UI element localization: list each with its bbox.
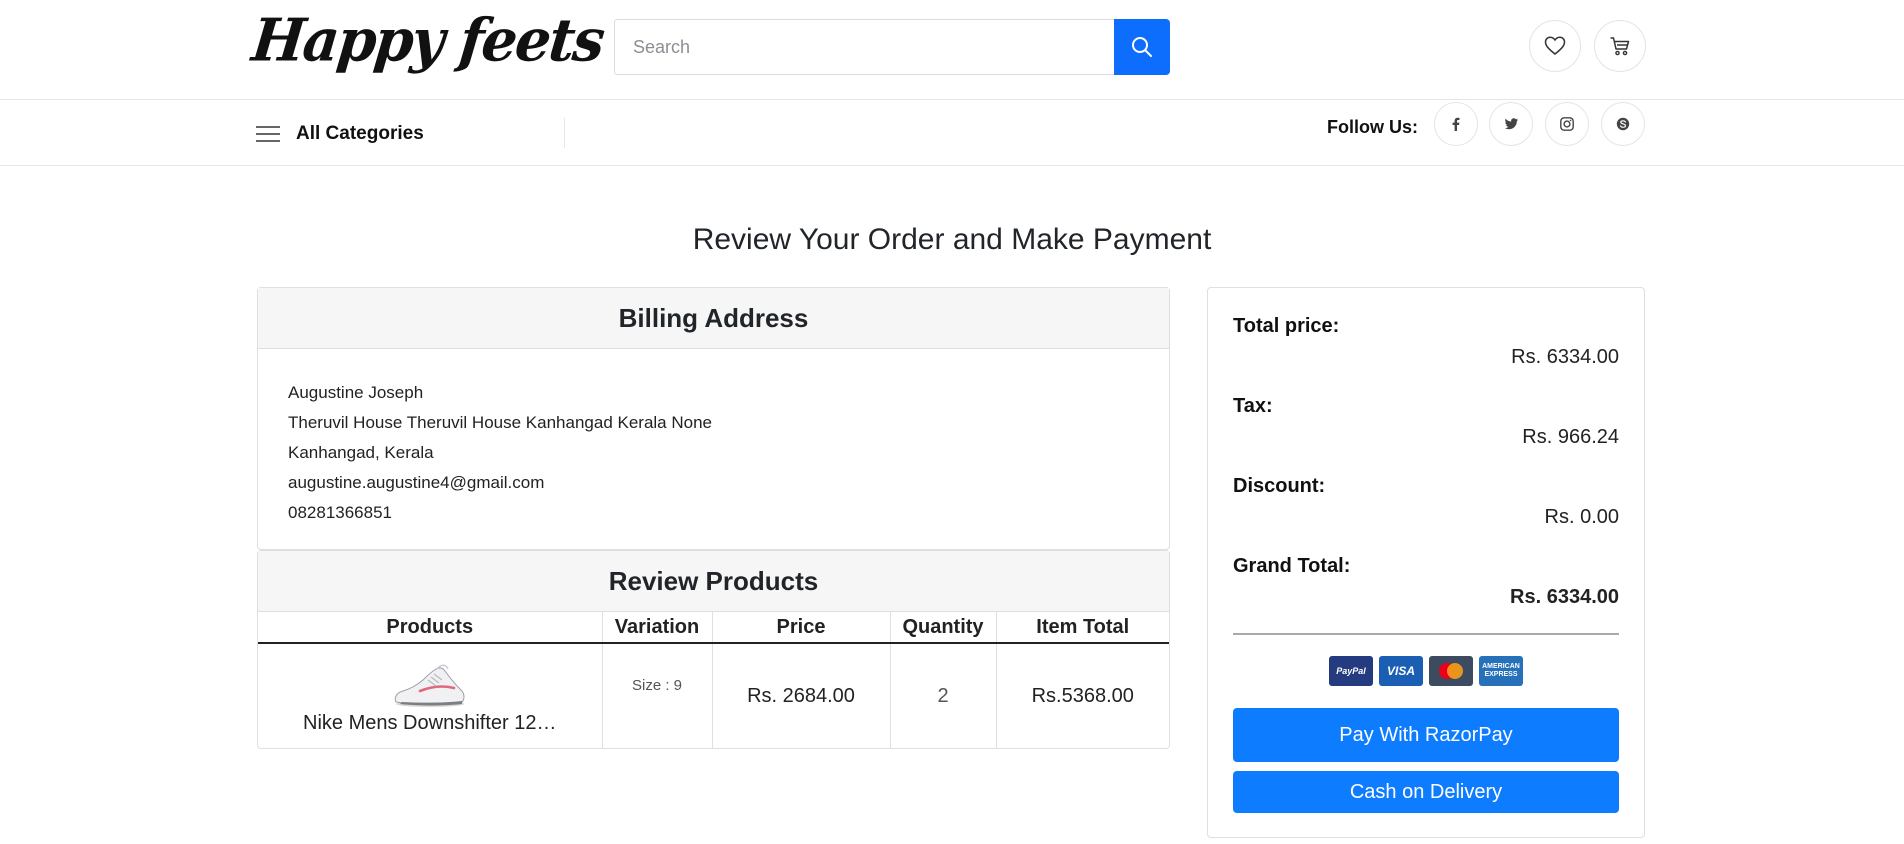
review-products-card: Review Products Products Variation Price… [257, 550, 1170, 749]
cash-on-delivery-button[interactable]: Cash on Delivery [1233, 771, 1619, 813]
twitter-link[interactable] [1489, 102, 1533, 146]
grand-total-label: Grand Total: [1233, 555, 1351, 577]
product-item-total: Rs.5368.00 [1031, 684, 1134, 707]
heart-icon [1544, 36, 1566, 55]
all-categories-button[interactable]: All Categories [256, 120, 424, 148]
billing-address-body: Augustine Joseph Theruvil House Theruvil… [258, 349, 1169, 528]
billing-email: augustine.augustine4@gmail.com [288, 473, 545, 492]
logo[interactable]: Happy feets [249, 6, 607, 75]
tax-label: Tax: [1233, 395, 1273, 417]
order-summary-card: Total price: Rs. 6334.00 Tax: Rs. 966.24… [1207, 287, 1645, 838]
payment-card-logos: PayPal VISA AMERICAN EXPRESS [1329, 656, 1523, 686]
product-cell: Nike Mens Downshifter 12… [258, 643, 603, 748]
column-header-products: Products [258, 612, 603, 644]
column-header-price: Price [712, 612, 891, 644]
instagram-link[interactable] [1545, 102, 1589, 146]
facebook-icon [1452, 117, 1460, 131]
discount-value: Rs. 0.00 [1544, 506, 1619, 528]
tax-value: Rs. 966.24 [1522, 426, 1619, 448]
paypal-logo: PayPal [1329, 656, 1373, 686]
mastercard-logo [1429, 656, 1473, 686]
billing-address-title: Billing Address [258, 288, 1169, 349]
search-bar [614, 19, 1170, 75]
instagram-icon [1560, 117, 1574, 131]
billing-street: Theruvil House Theruvil House Kanhangad … [288, 413, 712, 432]
column-header-quantity: Quantity [890, 612, 997, 644]
grand-total-value: Rs. 6334.00 [1510, 586, 1619, 608]
total-price-label: Total price: [1233, 315, 1340, 337]
product-price: Rs. 2684.00 [712, 643, 891, 748]
search-input[interactable] [614, 19, 1116, 75]
billing-city: Kanhangad, Kerala [288, 443, 434, 462]
products-table: Products Variation Price Quantity Item T… [258, 612, 1169, 748]
cart-icon [1610, 37, 1630, 56]
skype-icon [1616, 117, 1630, 131]
billing-phone: 08281366851 [288, 503, 393, 522]
follow-us-label: Follow Us: [1327, 117, 1418, 137]
table-header-row: Products Variation Price Quantity Item T… [258, 612, 1169, 644]
billing-name: Augustine Joseph [288, 383, 424, 402]
column-header-variation: Variation [602, 612, 713, 644]
search-button[interactable] [1114, 19, 1170, 75]
product-name[interactable]: Nike Mens Downshifter 12… [303, 712, 556, 735]
search-icon [1132, 37, 1152, 57]
summary-divider [1233, 633, 1619, 635]
mastercard-icon [1439, 663, 1463, 679]
discount-label: Discount: [1233, 475, 1326, 497]
wishlist-button[interactable] [1529, 20, 1581, 72]
visa-logo: VISA [1379, 656, 1423, 686]
cart-button[interactable] [1594, 20, 1646, 72]
twitter-icon [1504, 118, 1518, 130]
product-quantity: 2 [890, 643, 997, 748]
pay-with-razorpay-button[interactable]: Pay With RazorPay [1233, 708, 1619, 762]
total-price-value: Rs. 6334.00 [1511, 346, 1619, 368]
nav-divider [564, 118, 565, 148]
product-thumbnail[interactable] [390, 658, 470, 710]
billing-address-card: Billing Address Augustine Joseph Theruvi… [257, 287, 1170, 550]
all-categories-label: All Categories [296, 123, 424, 144]
product-variation: Size : 9 [602, 643, 713, 748]
facebook-link[interactable] [1434, 102, 1478, 146]
review-products-title: Review Products [258, 551, 1169, 612]
table-row: Nike Mens Downshifter 12… Size : 9 Rs. 2… [258, 643, 1169, 748]
top-header: Happy feets [0, 0, 1904, 100]
column-header-item-total: Item Total [996, 612, 1169, 644]
skype-link[interactable] [1601, 102, 1645, 146]
page-title: Review Your Order and Make Payment [692, 223, 1212, 256]
amex-logo: AMERICAN EXPRESS [1479, 656, 1523, 686]
hamburger-icon [256, 126, 280, 142]
